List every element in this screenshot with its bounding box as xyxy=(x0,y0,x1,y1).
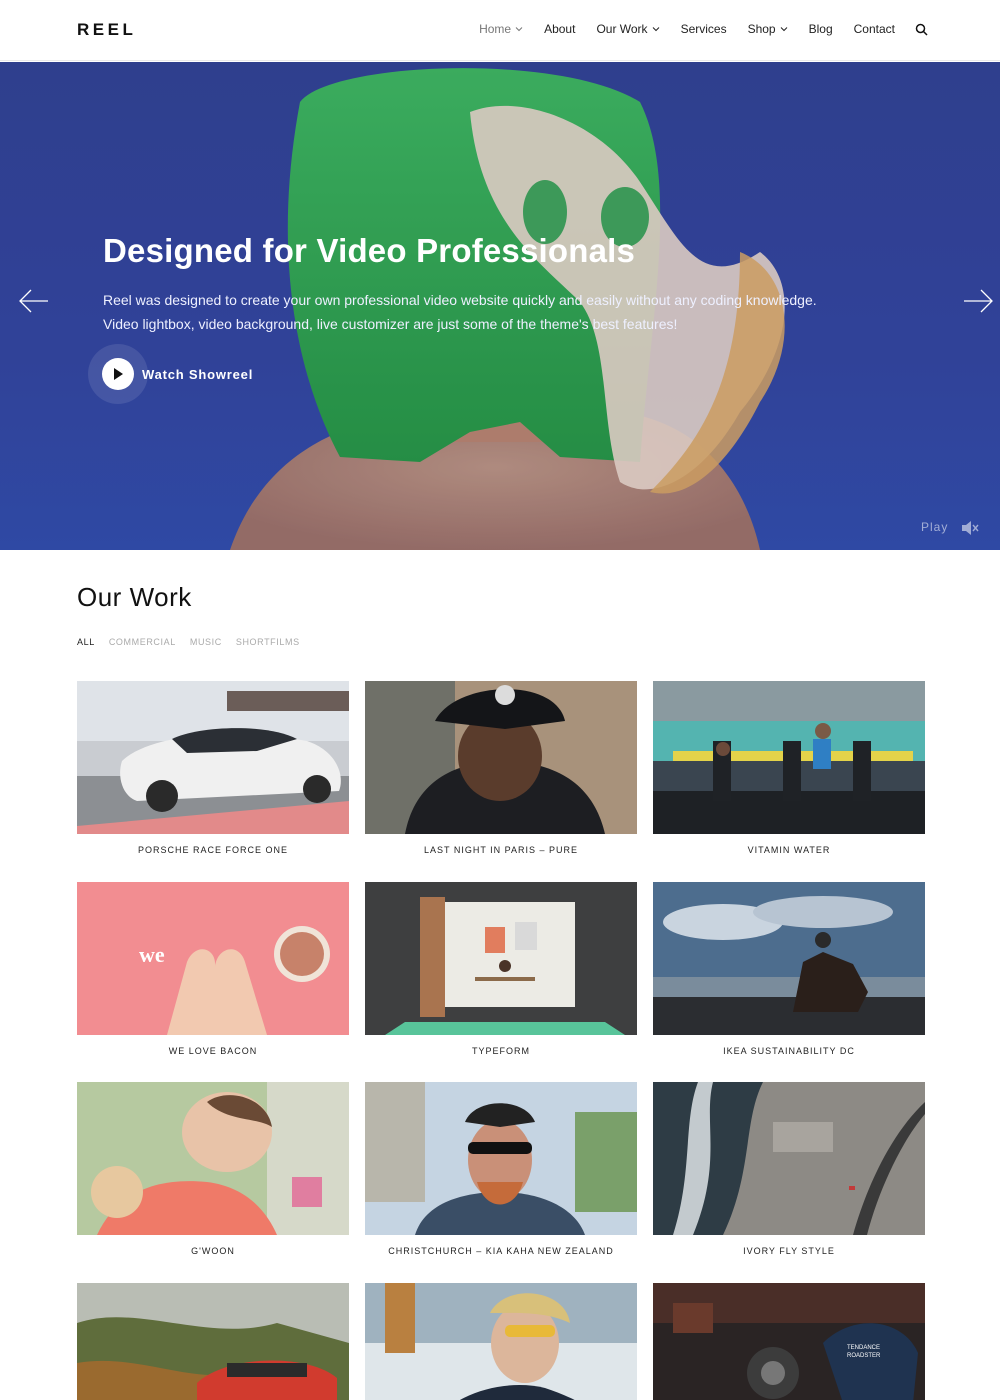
nav-about[interactable]: About xyxy=(544,22,575,36)
portfolio-thumbnail xyxy=(365,882,637,1035)
portfolio-item[interactable]: VITAMIN WATER xyxy=(653,681,925,855)
hero-description-line-1: Reel was designed to create your own pro… xyxy=(103,292,817,308)
portfolio-item-title: VITAMIN WATER xyxy=(747,845,831,855)
hero-description-line-2: Video lightbox, video background, live c… xyxy=(103,316,678,332)
portfolio-item-title: LAST NIGHT IN PARIS – PURE xyxy=(423,845,579,855)
main-nav: Home About Our Work Services Shop Blog C… xyxy=(458,22,928,36)
tendance-roadster-line-1: TENDANCE xyxy=(847,1345,880,1351)
filter-commercial[interactable]: COMMERCIAL xyxy=(109,637,176,647)
site-header: REEL Home About Our Work Services Shop B… xyxy=(0,0,1000,61)
portfolio-item-title: CHRISTCHURCH – KIA KAHA NEW ZEALAND xyxy=(388,1246,614,1256)
nav-shop[interactable]: Shop xyxy=(748,22,788,36)
nav-services-label: Services xyxy=(680,22,727,36)
portfolio-item-title: PORSCHE RACE FORCE ONE xyxy=(137,845,289,855)
portfolio-thumbnail xyxy=(365,1283,637,1400)
nav-shop-label: Shop xyxy=(747,22,776,36)
portfolio-thumbnail xyxy=(77,681,349,834)
hero-title: Designed for Video Professionals xyxy=(103,232,636,269)
portfolio-item[interactable]: we WE LOVE BACON xyxy=(77,882,349,1056)
nav-services[interactable]: Services xyxy=(681,22,727,36)
filter-shortfilms[interactable]: SHORTFILMS xyxy=(236,637,300,647)
nav-contact[interactable]: Contact xyxy=(854,22,895,36)
filter-music[interactable]: MUSIC xyxy=(190,637,222,647)
portfolio-item[interactable]: LAST NIGHT IN PARIS – PURE xyxy=(365,681,637,855)
portfolio-thumbnail: TENDANCE ROADSTER xyxy=(653,1283,925,1400)
play-button[interactable] xyxy=(102,358,134,390)
portfolio-thumbnail xyxy=(653,882,925,1035)
portfolio-item[interactable] xyxy=(77,1283,349,1400)
chevron-down-icon xyxy=(780,27,787,32)
watch-showreel-label: Watch Showreel xyxy=(142,366,254,382)
portfolio-item-title: IVORY FLY STYLE xyxy=(743,1246,835,1256)
nav-our-work[interactable]: Our Work xyxy=(596,22,659,36)
portfolio-filters: ALL COMMERCIAL MUSIC SHORTFILMS xyxy=(77,637,314,647)
portfolio-item[interactable]: IKEA SUSTAINABILITY DC xyxy=(653,882,925,1056)
arrow-right-icon[interactable] xyxy=(962,288,994,314)
site-logo[interactable]: REEL xyxy=(77,20,136,40)
chevron-down-icon xyxy=(515,27,523,32)
portfolio-item-title: G'WOON xyxy=(191,1246,235,1256)
portfolio-item[interactable]: G'WOON xyxy=(77,1082,349,1256)
portfolio-item-title: IKEA SUSTAINABILITY DC xyxy=(723,1046,855,1056)
play-button-halo xyxy=(88,344,148,404)
portfolio-item[interactable]: TYPEFORM xyxy=(365,882,637,1056)
portfolio-thumbnail xyxy=(77,1283,349,1400)
video-play-toggle[interactable]: Play xyxy=(921,520,948,534)
arrow-left-icon[interactable] xyxy=(18,288,50,314)
chevron-down-icon xyxy=(652,27,659,32)
portfolio-item[interactable]: PORSCHE RACE FORCE ONE xyxy=(77,681,349,855)
portfolio-thumbnail xyxy=(653,1082,925,1235)
portfolio-thumbnail xyxy=(653,681,925,834)
portfolio-thumbnail: we xyxy=(77,882,349,1035)
nav-our-work-label: Our Work xyxy=(596,22,648,36)
nav-contact-label: Contact xyxy=(853,22,895,36)
mute-icon[interactable] xyxy=(961,520,979,536)
watch-showreel-button[interactable]: Watch Showreel xyxy=(88,344,253,404)
search-icon[interactable] xyxy=(915,23,928,36)
portfolio-thumbnail xyxy=(365,681,637,834)
hero-slider: Designed for Video Professionals Reel wa… xyxy=(0,62,1000,550)
portfolio-item[interactable]: IVORY FLY STYLE xyxy=(653,1082,925,1256)
nav-blog[interactable]: Blog xyxy=(809,22,833,36)
portfolio-item-title: WE LOVE BACON xyxy=(168,1046,258,1056)
portfolio-thumbnail xyxy=(365,1082,637,1235)
nav-blog-label: Blog xyxy=(808,22,833,36)
filter-all[interactable]: ALL xyxy=(77,637,95,647)
nav-about-label: About xyxy=(544,22,576,36)
hero-description: Reel was designed to create your own pro… xyxy=(103,288,903,336)
play-icon xyxy=(114,368,123,380)
portfolio-item[interactable]: CHRISTCHURCH – KIA KAHA NEW ZEALAND xyxy=(365,1082,637,1256)
nav-home-label: Home xyxy=(479,22,512,36)
portfolio-item[interactable]: TENDANCE ROADSTER xyxy=(653,1283,925,1400)
nav-home[interactable]: Home xyxy=(479,22,523,36)
portfolio-item-title: TYPEFORM xyxy=(471,1046,530,1056)
portfolio-thumbnail xyxy=(77,1082,349,1235)
tendance-roadster-line-2: ROADSTER xyxy=(847,1353,881,1359)
portfolio-item[interactable] xyxy=(365,1283,637,1400)
we-love-bacon-logo-text: we xyxy=(139,942,165,967)
our-work-title: Our Work xyxy=(77,582,192,612)
